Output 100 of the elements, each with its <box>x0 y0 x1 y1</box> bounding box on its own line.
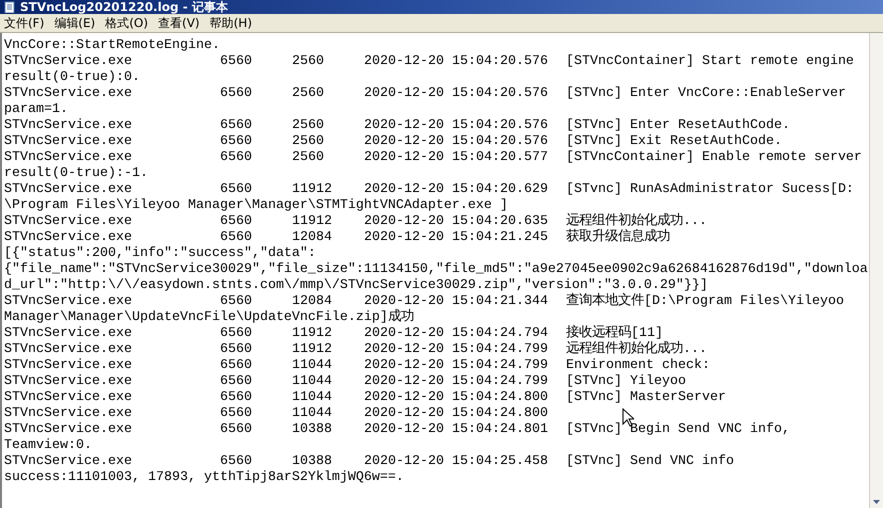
log-text: \Program Files\Yileyoo Manager\Manager\STMTightVNCAdapter.exe ] <box>4 198 508 214</box>
process-id: 6560 <box>220 326 253 342</box>
log-message: [STVnc] Begin Send VNC info, <box>566 422 790 438</box>
process-id: 6560 <box>220 374 253 390</box>
thread-id: 2560 <box>292 134 325 150</box>
log-text: param=1. <box>4 102 68 118</box>
process-name: STVncService.exe <box>4 422 133 438</box>
process-name: STVncService.exe <box>4 214 133 230</box>
process-name: STVncService.exe <box>4 54 133 70</box>
process-name: STVncService.exe <box>4 118 133 134</box>
timestamp: 2020-12-20 15:04:24.794 <box>364 326 549 342</box>
log-text: VncCore::StartRemoteEngine. <box>4 38 220 54</box>
timestamp: 2020-12-20 15:04:24.799 <box>364 342 549 358</box>
process-id: 6560 <box>220 54 253 70</box>
thread-id: 2560 <box>292 118 325 134</box>
thread-id: 12084 <box>292 294 333 310</box>
menu-item[interactable]: 编辑(E) <box>54 14 96 32</box>
thread-id: 11912 <box>292 214 333 230</box>
thread-id: 10388 <box>292 422 333 438</box>
timestamp: 2020-12-20 15:04:24.801 <box>364 422 549 438</box>
log-text: Manager\Manager\UpdateVncFile\UpdateVncFile.zip]成功 <box>4 310 414 326</box>
timestamp: 2020-12-20 15:04:24.799 <box>364 374 549 390</box>
timestamp: 2020-12-20 15:04:20.577 <box>364 150 549 166</box>
timestamp: 2020-12-20 15:04:20.576 <box>364 86 549 102</box>
process-name: STVncService.exe <box>4 230 133 246</box>
log-message: [STVncContainer] Start remote engine <box>566 54 854 70</box>
process-id: 6560 <box>220 294 253 310</box>
menu-item[interactable]: 查看(V) <box>158 14 200 32</box>
process-id: 6560 <box>220 358 253 374</box>
process-id: 6560 <box>220 118 253 134</box>
thread-id: 11044 <box>292 358 333 374</box>
log-text: [{"status":200,"info":"success","data": <box>4 246 316 262</box>
process-id: 6560 <box>220 134 253 150</box>
process-id: 6560 <box>220 406 253 422</box>
process-id: 6560 <box>220 150 253 166</box>
thread-id: 2560 <box>292 86 325 102</box>
log-message: [STVnc] MasterServer <box>566 390 726 406</box>
process-name: STVncService.exe <box>4 374 133 390</box>
timestamp: 2020-12-20 15:04:20.576 <box>364 118 549 134</box>
log-text: d_url":"http:\/\/easydown.stnts.com\/mmp\/STVncService30029.zip","version":"3.0.0.29"}}] <box>4 278 708 293</box>
process-name: STVncService.exe <box>4 326 133 342</box>
log-message: Environment check: <box>566 358 710 374</box>
timestamp: 2020-12-20 15:04:24.799 <box>364 358 549 374</box>
process-id: 6560 <box>220 182 253 198</box>
log-message: [STVncContainer] Enable remote server <box>566 150 862 166</box>
thread-id: 11912 <box>292 342 333 358</box>
window-title: STVncLog20201220.log - 记事本 <box>20 1 228 14</box>
log-text: result(0-true):-1. <box>4 166 148 182</box>
log-text: Teamview:0. <box>4 438 92 454</box>
log-message: 获取升级信息成功 <box>566 230 670 246</box>
scrollbar[interactable] <box>869 33 883 508</box>
process-name: STVncService.exe <box>4 358 133 374</box>
timestamp: 2020-12-20 15:04:25.458 <box>364 454 549 470</box>
process-name: STVncService.exe <box>4 454 133 470</box>
process-name: STVncService.exe <box>4 294 133 310</box>
process-name: STVncService.exe <box>4 86 133 102</box>
menu-item[interactable]: 文件(F) <box>4 14 44 32</box>
thread-id: 12084 <box>292 230 333 246</box>
thread-id: 10388 <box>292 454 333 470</box>
log-message: 接收远程码[11] <box>566 326 663 341</box>
log-message: [STVnc] Send VNC info <box>566 454 734 470</box>
process-id: 6560 <box>220 214 253 230</box>
timestamp: 2020-12-20 15:04:20.576 <box>364 54 549 70</box>
thread-id: 11044 <box>292 390 333 406</box>
process-id: 6560 <box>220 230 253 246</box>
log-message: 远程组件初始化成功... <box>566 214 707 229</box>
process-name: STVncService.exe <box>4 150 133 166</box>
log-message: 远程组件初始化成功... <box>566 342 707 358</box>
thread-id: 11044 <box>292 374 333 390</box>
process-id: 6560 <box>220 342 253 358</box>
thread-id: 11912 <box>292 326 333 342</box>
timestamp: 2020-12-20 15:04:24.800 <box>364 406 549 422</box>
log-text: success:11101003, 17893, ytthTipj8arS2YklmjWQ6w==. <box>4 470 404 486</box>
notepad-icon <box>4 1 16 13</box>
log-message: 查询本地文件[D:\Program Files\Yileyoo <box>566 294 844 310</box>
log-text: result(0-true):0. <box>4 70 140 86</box>
timestamp: 2020-12-20 15:04:20.629 <box>364 182 549 198</box>
timestamp: 2020-12-20 15:04:20.576 <box>364 134 549 150</box>
log-message: [STVnc] Exit ResetAuthCode. <box>566 134 782 150</box>
thread-id: 2560 <box>292 150 325 166</box>
thread-id: 2560 <box>292 54 325 70</box>
log-message: [STVnc] Enter VncCore::EnableServer <box>566 86 846 102</box>
log-text: {"file_name":"STVncService30029","file_size":11134150,"file_md5":"a9e27045ee0902c9a62684162876d19d","downloa <box>4 262 868 278</box>
menu-item[interactable]: 格式(O) <box>105 14 148 32</box>
thread-id: 11912 <box>292 182 333 198</box>
log-message: [STvnc] RunAsAdministrator Sucess[D: <box>566 182 854 198</box>
process-name: STVncService.exe <box>4 342 133 358</box>
timestamp: 2020-12-20 15:04:21.245 <box>364 230 549 246</box>
timestamp: 2020-12-20 15:04:20.635 <box>364 214 549 230</box>
process-name: STVncService.exe <box>4 390 133 406</box>
process-id: 6560 <box>220 390 253 406</box>
process-name: STVncService.exe <box>4 406 133 422</box>
timestamp: 2020-12-20 15:04:24.800 <box>364 390 549 406</box>
log-message: [STVnc] Enter ResetAuthCode. <box>566 118 790 134</box>
menu-item[interactable]: 帮助(H) <box>210 14 252 32</box>
timestamp: 2020-12-20 15:04:21.344 <box>364 294 549 309</box>
thread-id: 11044 <box>292 406 333 422</box>
process-id: 6560 <box>220 86 253 102</box>
log-message: [STVnc] Yileyoo <box>566 374 686 390</box>
process-id: 6560 <box>220 454 253 470</box>
